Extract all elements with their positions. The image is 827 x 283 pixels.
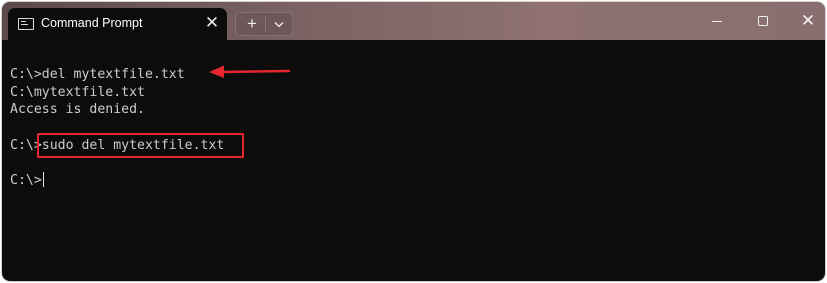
console-line: Access is denied. (10, 102, 145, 117)
console-line: C:\>del mytextfile.txt (10, 67, 185, 82)
console-prompt: C:\> (10, 173, 42, 188)
text-cursor (42, 172, 45, 187)
minimize-button[interactable] (705, 10, 729, 32)
close-tab-icon[interactable]: ✕ (202, 13, 222, 33)
divider (265, 17, 266, 31)
new-tab-button[interactable]: + (240, 13, 264, 35)
console-output[interactable]: C:\>del mytextfile.txt C:\mytextfile.txt… (2, 40, 825, 281)
maximize-icon (758, 16, 768, 26)
terminal-window: Command Prompt ✕ + ✕ C:\>del mytextfile.… (2, 2, 825, 281)
console-prompt-line[interactable]: C:\> (10, 172, 45, 189)
chevron-down-icon[interactable] (268, 13, 290, 35)
highlight-box (37, 133, 244, 158)
arrow-left-icon (209, 65, 291, 78)
tab-command-prompt[interactable]: Command Prompt ✕ (8, 8, 227, 40)
maximize-button[interactable] (751, 10, 775, 32)
close-window-button[interactable]: ✕ (796, 10, 820, 32)
terminal-icon (18, 18, 34, 30)
minimize-icon (712, 21, 722, 23)
title-bar: Command Prompt ✕ + ✕ (2, 2, 825, 40)
tab-title: Command Prompt (41, 16, 143, 30)
console-line: C:\mytextfile.txt (10, 85, 145, 100)
new-tab-group: + (235, 12, 293, 36)
